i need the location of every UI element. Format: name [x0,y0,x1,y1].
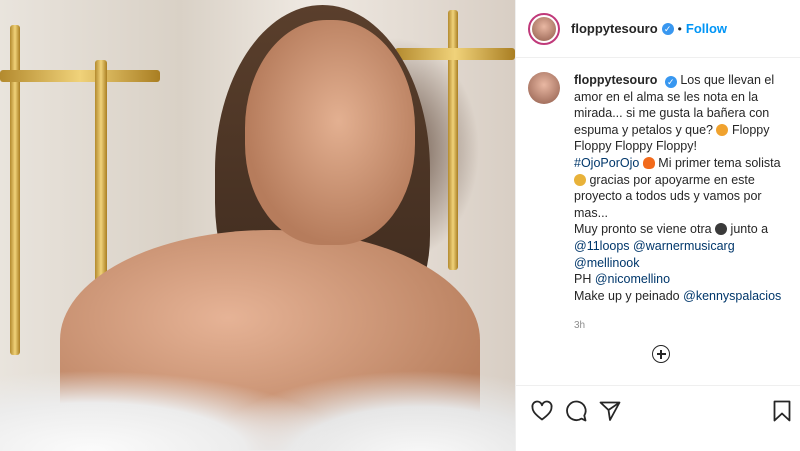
caption-text-4: gracias por apoyarme en este proyecto a … [574,172,762,220]
caption-username[interactable]: floppytesouro [574,73,657,87]
fire-emoji-icon [642,156,655,169]
bookmark-icon[interactable] [770,399,794,423]
caption-text-3: Mi primer tema solista [658,155,781,170]
post-timestamp[interactable]: 3h [574,318,790,335]
post-username[interactable]: floppytesouro [571,21,658,36]
separator-dot: • [677,21,682,36]
mention-nicomellino[interactable]: @nicomellino [595,272,670,286]
gold-faucet-left-arm [0,70,160,82]
caption-makeup-label: Make up y peinado [574,288,680,303]
post-photo[interactable] [0,0,515,451]
verified-badge-icon: ✓ [661,22,674,35]
post-actions-bar [516,385,800,451]
photo-foam [0,301,515,451]
plus-circle-icon[interactable] [652,345,670,363]
mention-kennyspalacios[interactable]: @kennyspalacios [683,289,781,303]
gold-faucet-left-2 [95,60,107,300]
tongue-emoji-icon [716,123,729,136]
grateful-emoji-icon [574,173,586,186]
gold-faucet-right-arm [395,48,515,60]
comment-icon[interactable] [564,399,588,423]
bomb-emoji-icon [715,223,728,236]
caption-avatar[interactable] [528,72,560,104]
heart-icon[interactable] [530,399,554,423]
share-icon[interactable] [598,399,622,423]
mention-mellinook[interactable]: @mellinook [574,256,640,270]
caption-body: floppytesouro ✓ Los que llevan el amor e… [574,72,790,335]
follow-button[interactable]: Follow [686,21,727,36]
hashtag-ojoporojo[interactable]: #OjoPorOjo [574,156,639,170]
avatar[interactable] [528,12,560,45]
caption-comment: floppytesouro ✓ Los que llevan el amor e… [516,58,800,335]
post-modal: floppytesouro ✓ • Follow floppytesouro ✓… [0,0,800,451]
mention-11loops[interactable]: @11loops [574,239,630,253]
post-side-panel: floppytesouro ✓ • Follow floppytesouro ✓… [515,0,800,451]
verified-badge-icon: ✓ [664,76,677,88]
caption-text-5: Muy pronto se viene otra [574,222,712,237]
caption-ph-label: PH [574,272,592,287]
post-header: floppytesouro ✓ • Follow [516,0,800,58]
caption-text-6: junto a [730,222,769,237]
mention-warnermusicarg[interactable]: @warnermusicarg [633,239,735,253]
photo-face [245,20,415,245]
